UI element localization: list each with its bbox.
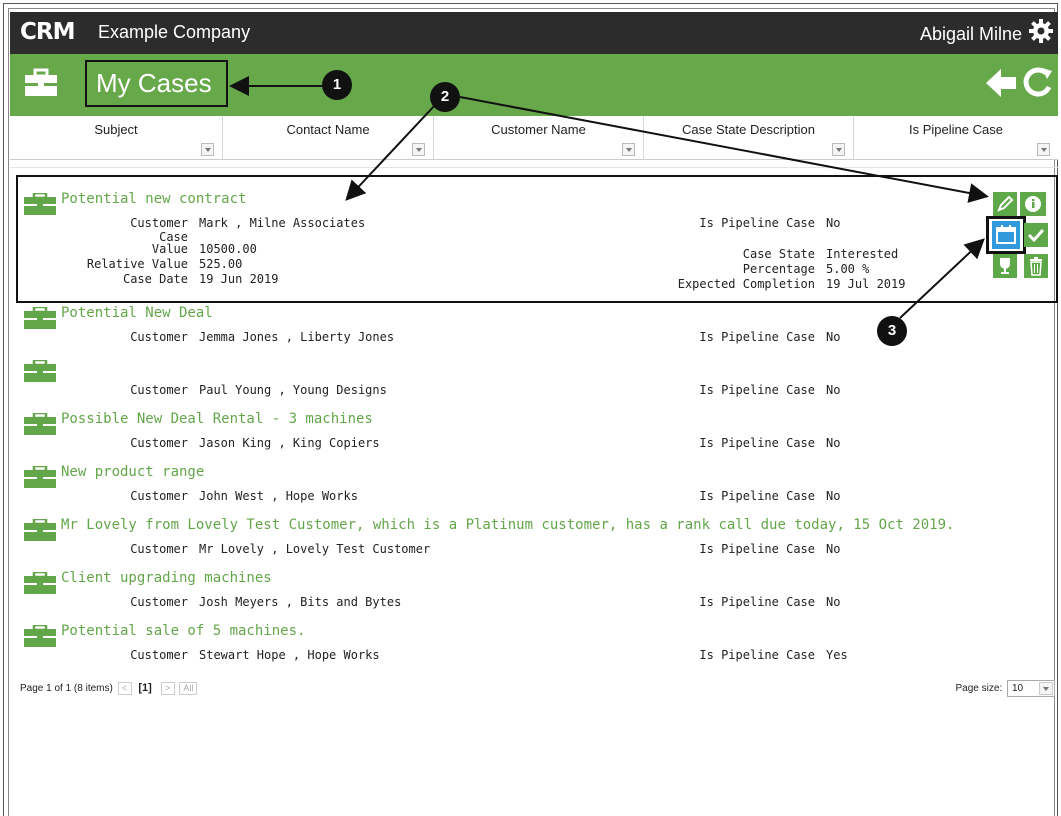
page-size-select[interactable]: 10 [1007, 680, 1055, 697]
pager-all-button[interactable]: All [179, 682, 198, 695]
page-size-control: Page size: 10 [956, 680, 1055, 697]
page-size-label: Page size: [955, 683, 1003, 695]
chevron-down-icon[interactable] [1039, 682, 1053, 695]
pager: Page 1 of 1 (8 items) < [1] > All [20, 682, 198, 695]
callout-1: 1 [322, 70, 352, 100]
callout-2: 2 [430, 82, 460, 112]
pager-next-button[interactable]: > [160, 682, 175, 695]
pager-summary: Page 1 of 1 (8 items) [20, 683, 113, 695]
callout-2-arrow-right [459, 96, 989, 203]
callout-3-arrow [899, 238, 985, 319]
pager-current-page[interactable]: [1] [138, 682, 151, 694]
callout-2-arrow-left [345, 103, 437, 201]
pager-prev-button[interactable]: < [117, 682, 132, 695]
page-size-value: 10 [1012, 683, 1024, 694]
callout-3: 3 [877, 316, 907, 346]
